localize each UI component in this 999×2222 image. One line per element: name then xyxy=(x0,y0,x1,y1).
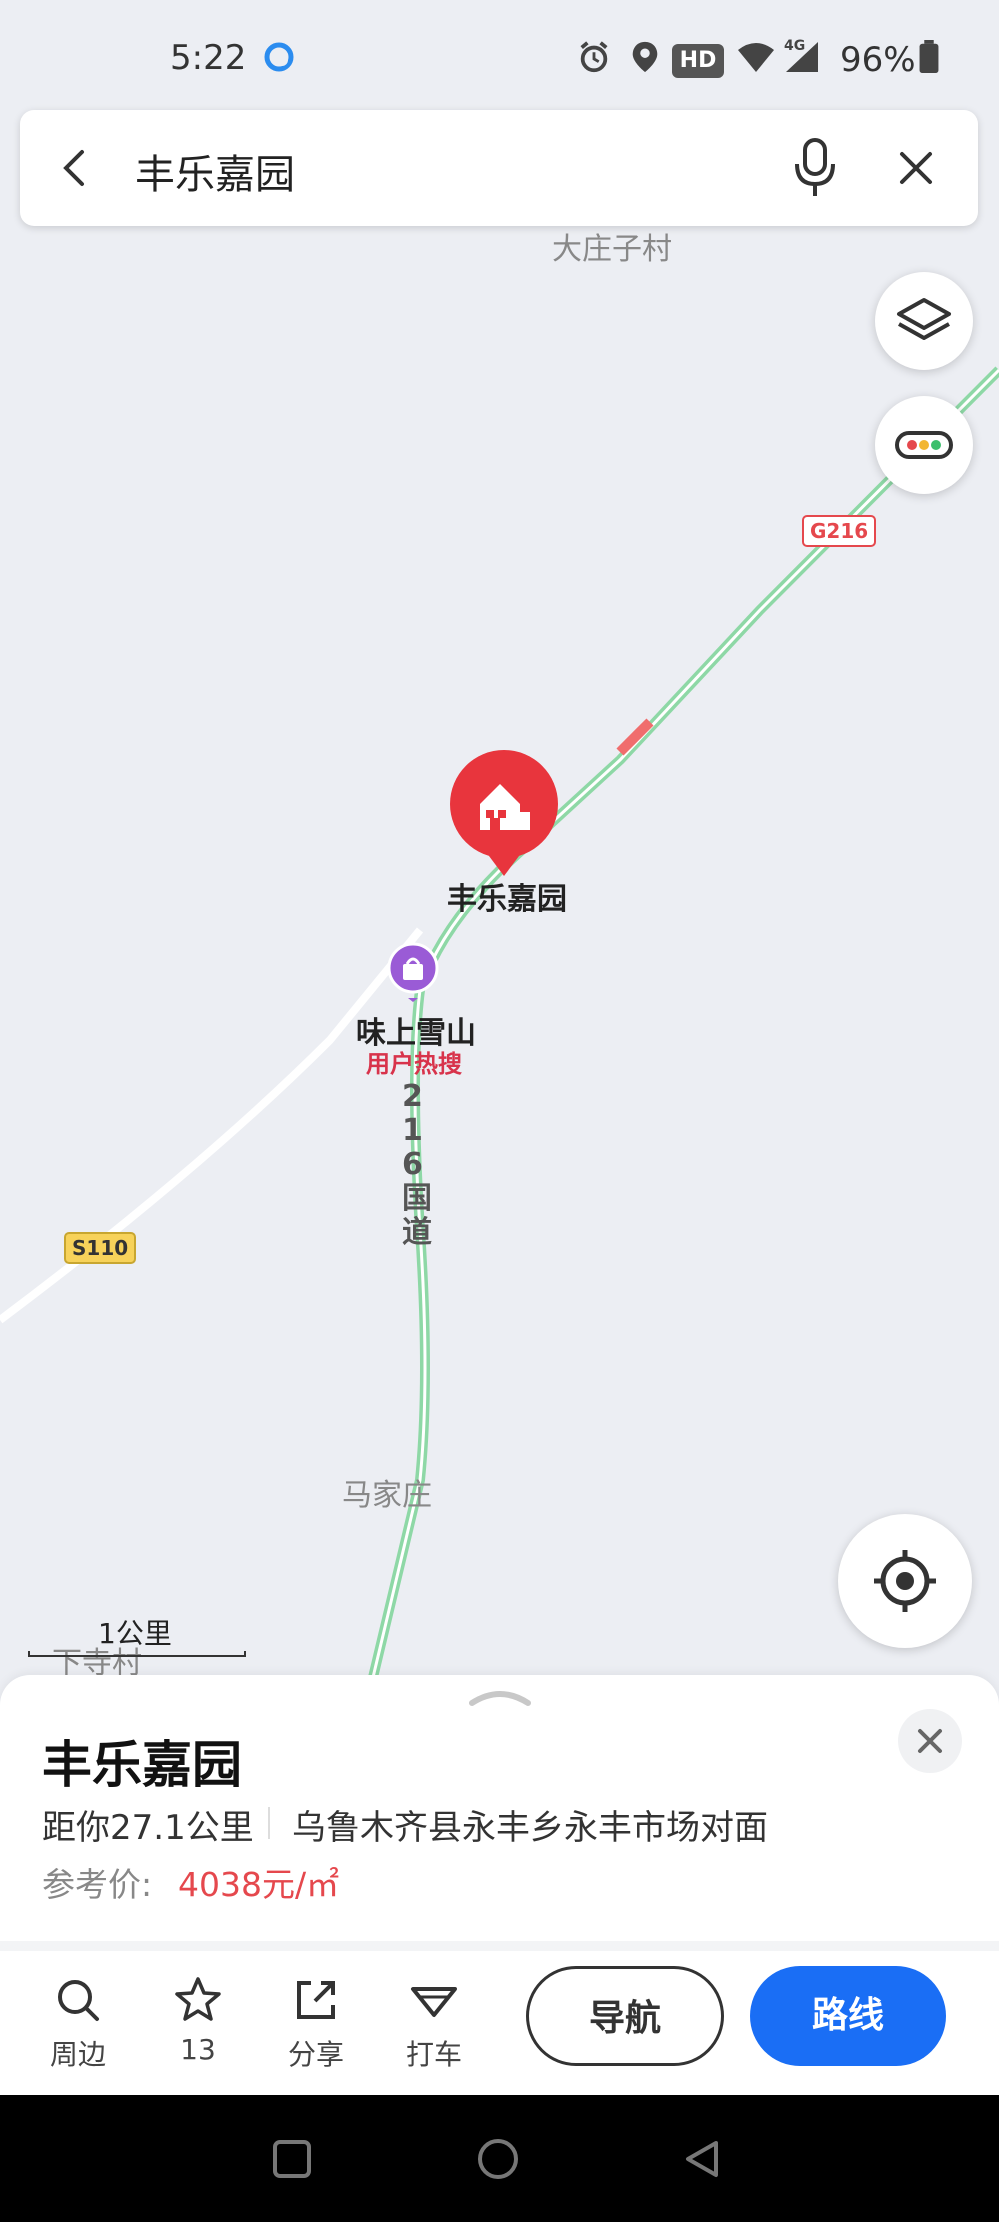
locate-crosshair-icon xyxy=(874,1550,936,1612)
close-icon[interactable] xyxy=(896,148,936,188)
traffic-light-icon xyxy=(895,431,953,459)
nearby-button[interactable]: 周边 xyxy=(38,1975,118,2073)
taxi-icon xyxy=(411,1987,457,2017)
battery-icon xyxy=(919,40,939,74)
star-icon xyxy=(175,1977,221,2021)
poi-shopping-icon[interactable] xyxy=(386,942,440,1002)
battery-percent: 96% xyxy=(840,40,916,80)
place-title: 丰乐嘉园 xyxy=(42,1736,242,1794)
share-button[interactable]: 分享 xyxy=(276,1975,356,2073)
search-icon xyxy=(58,1980,99,2021)
panel-divider xyxy=(0,1941,999,1951)
map-label-majiazhuang: 马家庄 xyxy=(342,1478,432,1513)
panel-close-button[interactable] xyxy=(898,1709,962,1773)
favorite-button[interactable]: 13 xyxy=(158,1975,238,2066)
app-notification-icon xyxy=(264,42,294,72)
road-label-216: 216国道 xyxy=(402,1079,432,1250)
recent-apps-icon[interactable] xyxy=(272,2139,312,2179)
map-label-village: 大庄子村 xyxy=(552,232,672,267)
drag-handle-icon[interactable] xyxy=(468,1689,532,1707)
share-icon xyxy=(297,1981,335,2019)
system-nav-bar xyxy=(0,2095,999,2222)
close-icon xyxy=(918,1729,942,1753)
poi-tag: 用户热搜 xyxy=(366,1050,462,1078)
status-bar: 5:22 HD 4G 96% xyxy=(0,0,999,110)
route-button[interactable]: 路线 xyxy=(750,1966,946,2066)
place-address: 乌鲁木齐县永丰乡永丰市场对面 xyxy=(292,1808,768,1848)
place-distance: 距你27.1公里 xyxy=(42,1808,254,1848)
price-value: 4038元/㎡ xyxy=(178,1865,340,1904)
map-view[interactable]: 大庄子村 G216 S110 丰乐嘉园 味上雪山 用户热搜 216国道 马家庄 … xyxy=(0,230,999,1690)
road-badge-g216: G216 xyxy=(802,515,877,547)
my-location-button[interactable] xyxy=(838,1514,972,1648)
hd-badge: HD xyxy=(672,44,724,78)
search-input[interactable]: 丰乐嘉园 xyxy=(135,142,295,200)
map-scale-label: 1公里 xyxy=(98,1617,172,1650)
navigate-button[interactable]: 导航 xyxy=(526,1966,724,2066)
back-icon[interactable] xyxy=(682,2139,722,2179)
price-label: 参考价: xyxy=(42,1865,153,1904)
alarm-icon xyxy=(580,41,608,73)
traffic-toggle-button[interactable] xyxy=(875,396,973,494)
layers-button[interactable] xyxy=(875,272,973,370)
wifi-icon xyxy=(738,43,774,72)
road-badge-s110: S110 xyxy=(64,1232,137,1264)
info-separator xyxy=(268,1807,270,1839)
layers-icon xyxy=(897,298,951,340)
map-scale-bar xyxy=(28,1651,246,1657)
taxi-button[interactable]: 打车 xyxy=(394,1975,474,2073)
favorite-count: 13 xyxy=(180,2033,216,2066)
nearby-label: 周边 xyxy=(49,2038,106,2071)
taxi-label: 打车 xyxy=(405,2038,462,2071)
location-icon xyxy=(632,41,658,73)
search-bar: 丰乐嘉园 xyxy=(20,110,978,226)
selected-place-pin-icon[interactable] xyxy=(446,748,562,878)
status-time: 5:22 xyxy=(170,38,247,78)
map-roads xyxy=(0,366,999,1690)
home-icon[interactable] xyxy=(476,2137,520,2181)
place-detail-panel: 丰乐嘉园 距你27.1公里 乌鲁木齐县永丰乡永丰市场对面 参考价: 4038元/… xyxy=(0,1675,999,2095)
network-type: 4G xyxy=(784,38,806,54)
back-arrow-icon[interactable] xyxy=(52,144,100,192)
share-label: 分享 xyxy=(287,2038,344,2071)
pin-label: 丰乐嘉园 xyxy=(447,882,567,917)
road-s110 xyxy=(0,927,424,1324)
microphone-icon[interactable] xyxy=(790,136,840,200)
